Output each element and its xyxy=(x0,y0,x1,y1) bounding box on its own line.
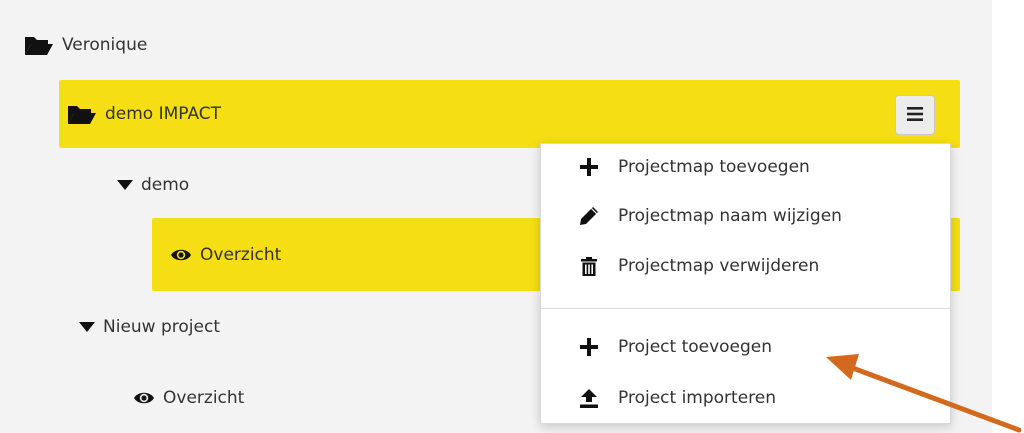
menu-item-label: Projectmap naam wijzigen xyxy=(618,206,842,226)
tree-item-label: Overzicht xyxy=(200,244,282,265)
pencil-icon xyxy=(574,206,604,226)
tree-item-label: Nieuw project xyxy=(103,317,220,337)
plus-icon xyxy=(574,338,604,356)
hamburger-menu-icon xyxy=(907,106,923,125)
tree-item-nieuw-overzicht[interactable]: Overzicht xyxy=(133,381,244,415)
menu-item-projectmap-toevoegen[interactable]: Projectmap toevoegen xyxy=(541,147,950,187)
tree-item-nieuw-project[interactable]: Nieuw project xyxy=(79,310,220,344)
tree-item-label: Veronique xyxy=(62,35,148,55)
caret-down-icon xyxy=(79,322,95,332)
tree-item-label: Overzicht xyxy=(163,388,245,408)
menu-item-project-toevoegen[interactable]: Project toevoegen xyxy=(541,327,950,367)
menu-item-label: Projectmap toevoegen xyxy=(618,157,810,177)
menu-item-label: Project importeren xyxy=(618,388,777,408)
folder-options-button[interactable] xyxy=(895,95,935,135)
trash-icon xyxy=(574,256,604,276)
upload-icon xyxy=(574,388,604,408)
eye-icon xyxy=(133,390,155,406)
menu-divider xyxy=(541,308,950,309)
tree-item-veronique[interactable]: Veronique xyxy=(24,28,147,62)
folder-open-icon xyxy=(67,103,97,125)
caret-down-icon xyxy=(117,180,133,190)
menu-item-label: Project toevoegen xyxy=(618,337,773,357)
menu-item-project-importeren[interactable]: Project importeren xyxy=(541,378,950,418)
menu-item-projectmap-naam-wijzigen[interactable]: Projectmap naam wijzigen xyxy=(541,196,950,236)
tree-item-demo[interactable]: demo xyxy=(117,168,189,202)
plus-icon xyxy=(574,158,604,176)
menu-item-label: Projectmap verwijderen xyxy=(618,256,820,276)
eye-icon xyxy=(170,247,192,263)
folder-context-menu: Projectmap toevoegen Projectmap naam wij… xyxy=(540,143,951,424)
tree-item-demo-impact[interactable]: demo IMPACT xyxy=(59,80,960,148)
menu-item-projectmap-verwijderen[interactable]: Projectmap verwijderen xyxy=(541,246,950,286)
folder-open-icon xyxy=(24,34,54,56)
tree-item-label: demo IMPACT xyxy=(105,104,222,124)
tree-item-label: demo xyxy=(141,175,190,195)
